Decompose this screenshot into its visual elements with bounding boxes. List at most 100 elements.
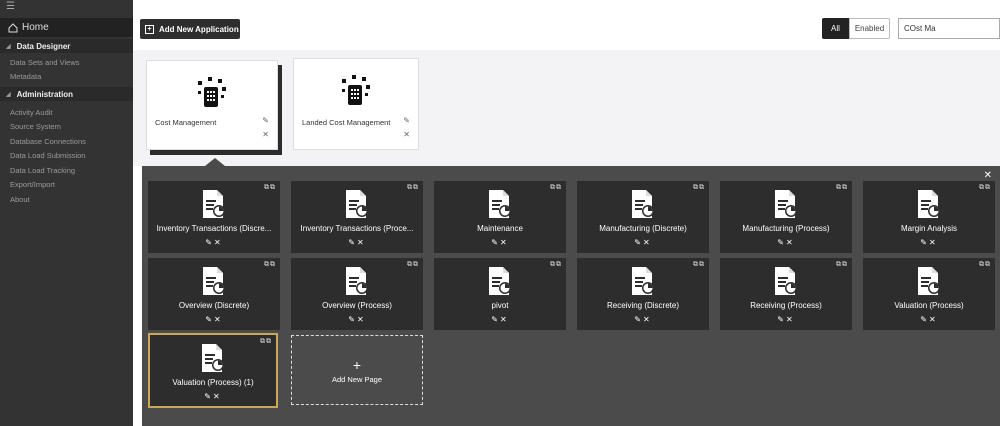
filter-all-button[interactable]: All: [822, 18, 849, 39]
copy-duplicate-icon[interactable]: ⧉⧉: [550, 184, 562, 192]
sidebar-section-data-designer[interactable]: ◢ Data Designer: [0, 39, 133, 53]
home-icon: [8, 22, 18, 32]
plus-icon: +: [352, 356, 362, 373]
hamburger-menu-icon[interactable]: ☰: [6, 2, 15, 12]
application-tile-cost-management[interactable]: Cost Management ✎ ✕: [146, 60, 278, 150]
edit-delete-actions[interactable]: ✎✕: [577, 315, 709, 324]
page-title: Receiving (Process): [750, 301, 822, 310]
sidebar-section-administration[interactable]: ◢ Administration: [0, 87, 133, 101]
add-new-application-label: Add New Application: [159, 24, 239, 34]
page-title: Receiving (Discrete): [606, 301, 680, 310]
page-card[interactable]: ⧉⧉ Valuation (Process) ✎✕: [863, 258, 995, 330]
edit-delete-actions[interactable]: ✎✕: [863, 315, 995, 324]
edit-delete-actions[interactable]: ✎✕: [720, 315, 852, 324]
page-card[interactable]: ⧉⧉ Manufacturing (Process) ✎✕: [720, 181, 852, 253]
delete-icon[interactable]: ✕: [262, 130, 269, 139]
edit-pencil-icon[interactable]: ✎: [403, 116, 410, 125]
page-card[interactable]: ⧉⧉ Valuation (Process) (1) ✎✕: [148, 333, 278, 408]
report-document-icon: [487, 189, 513, 224]
sidebar-item-metadata[interactable]: Metadata: [10, 72, 41, 81]
page-card[interactable]: ⧉⧉ Overview (Discrete) ✎✕: [148, 258, 280, 330]
edit-delete-actions[interactable]: ✎✕: [291, 315, 423, 324]
page-title: Manufacturing (Process): [742, 224, 830, 233]
sidebar: ☰ Home ◢ Data Designer Data Sets and Vie…: [0, 0, 133, 426]
sidebar-item-source-system[interactable]: Source System: [10, 122, 61, 131]
report-document-icon: [630, 189, 656, 224]
report-document-icon: [773, 189, 799, 224]
copy-duplicate-icon[interactable]: ⧉⧉: [979, 184, 991, 192]
application-name: Landed Cost Management: [302, 118, 391, 127]
plus-icon: +: [145, 24, 154, 34]
sidebar-home[interactable]: Home: [0, 18, 133, 37]
sidebar-home-label: Home: [22, 22, 49, 33]
sidebar-item-data-sets-and-views[interactable]: Data Sets and Views: [10, 58, 80, 67]
copy-duplicate-icon[interactable]: ⧉⧉: [407, 184, 419, 192]
selection-caret: [205, 158, 225, 166]
page-title: pivot: [491, 301, 509, 310]
page-title: Overview (Process): [322, 301, 392, 310]
add-new-page-button[interactable]: + Add New Page: [291, 335, 423, 405]
sidebar-item-about[interactable]: About: [10, 195, 30, 204]
copy-duplicate-icon[interactable]: ⧉⧉: [260, 338, 272, 346]
report-document-icon: [344, 189, 370, 224]
page-card[interactable]: ⧉⧉ Inventory Transactions (Discre... ✎✕: [148, 181, 280, 253]
collapse-triangle-icon: ◢: [6, 91, 11, 98]
application-icon: [342, 75, 370, 105]
page-title: Margin Analysis: [900, 224, 958, 233]
edit-delete-actions[interactable]: ✎✕: [863, 238, 995, 247]
sidebar-item-activity-audit[interactable]: Activity Audit: [10, 108, 53, 117]
edit-delete-actions[interactable]: ✎✕: [434, 315, 566, 324]
edit-delete-actions[interactable]: ✎✕: [291, 238, 423, 247]
report-document-icon: [630, 266, 656, 301]
application-name: Cost Management: [155, 118, 217, 127]
sidebar-item-export-import[interactable]: Export/Import: [10, 180, 55, 189]
application-tile-landed-cost-management[interactable]: Landed Cost Management ✎ ✕: [293, 58, 419, 150]
copy-duplicate-icon[interactable]: ⧉⧉: [264, 184, 276, 192]
edit-pencil-icon[interactable]: ✎: [262, 116, 269, 125]
report-document-icon: [201, 266, 227, 301]
page-card[interactable]: ⧉⧉ Margin Analysis ✎✕: [863, 181, 995, 253]
add-new-page-label: Add New Page: [331, 374, 383, 384]
edit-delete-actions[interactable]: ✎✕: [148, 238, 280, 247]
page-card[interactable]: ⧉⧉ Maintenance ✎✕: [434, 181, 566, 253]
copy-duplicate-icon[interactable]: ⧉⧉: [836, 261, 848, 269]
delete-icon[interactable]: ✕: [403, 130, 410, 139]
edit-delete-actions[interactable]: ✎✕: [148, 315, 280, 324]
page-title: Inventory Transactions (Discre...: [156, 224, 272, 233]
report-document-icon: [916, 266, 942, 301]
copy-duplicate-icon[interactable]: ⧉⧉: [836, 184, 848, 192]
edit-delete-actions[interactable]: ✎✕: [577, 238, 709, 247]
edit-delete-actions[interactable]: ✎✕: [150, 392, 276, 401]
sidebar-item-data-load-tracking[interactable]: Data Load Tracking: [10, 166, 75, 175]
report-document-icon: [773, 266, 799, 301]
report-document-icon: [344, 266, 370, 301]
page-card[interactable]: ⧉⧉ Receiving (Discrete) ✎✕: [577, 258, 709, 330]
sidebar-item-database-connections[interactable]: Database Connections: [10, 137, 86, 146]
filter-enabled-button[interactable]: Enabled: [849, 18, 890, 39]
page-card[interactable]: ⧉⧉ Manufacturing (Discrete) ✎✕: [577, 181, 709, 253]
report-document-icon: [200, 343, 226, 378]
page-card[interactable]: ⧉⧉ Overview (Process) ✎✕: [291, 258, 423, 330]
edit-delete-actions[interactable]: ✎✕: [720, 238, 852, 247]
page-title: Maintenance: [477, 224, 523, 233]
sidebar-section-label: Data Designer: [16, 41, 71, 51]
top-toolbar: + Add New Application All Enabled: [133, 0, 1000, 50]
page-title: Manufacturing (Discrete): [599, 224, 687, 233]
edit-delete-actions[interactable]: ✎✕: [434, 238, 566, 247]
copy-duplicate-icon[interactable]: ⧉⧉: [693, 261, 705, 269]
copy-duplicate-icon[interactable]: ⧉⧉: [693, 184, 705, 192]
page-card[interactable]: ⧉⧉ Inventory Transactions (Proce... ✎✕: [291, 181, 423, 253]
sidebar-section-label: Administration: [16, 89, 74, 99]
close-icon[interactable]: ✕: [984, 170, 992, 181]
copy-duplicate-icon[interactable]: ⧉⧉: [264, 261, 276, 269]
page-title: Valuation (Process) (1): [172, 378, 254, 387]
add-new-application-button[interactable]: + Add New Application: [140, 19, 240, 39]
copy-duplicate-icon[interactable]: ⧉⧉: [979, 261, 991, 269]
copy-duplicate-icon[interactable]: ⧉⧉: [407, 261, 419, 269]
search-input[interactable]: [898, 18, 1000, 39]
page-card[interactable]: ⧉⧉ pivot ✎✕: [434, 258, 566, 330]
report-document-icon: [487, 266, 513, 301]
sidebar-item-data-load-submission[interactable]: Data Load Submission: [10, 151, 85, 160]
copy-duplicate-icon[interactable]: ⧉⧉: [550, 261, 562, 269]
page-card[interactable]: ⧉⧉ Receiving (Process) ✎✕: [720, 258, 852, 330]
